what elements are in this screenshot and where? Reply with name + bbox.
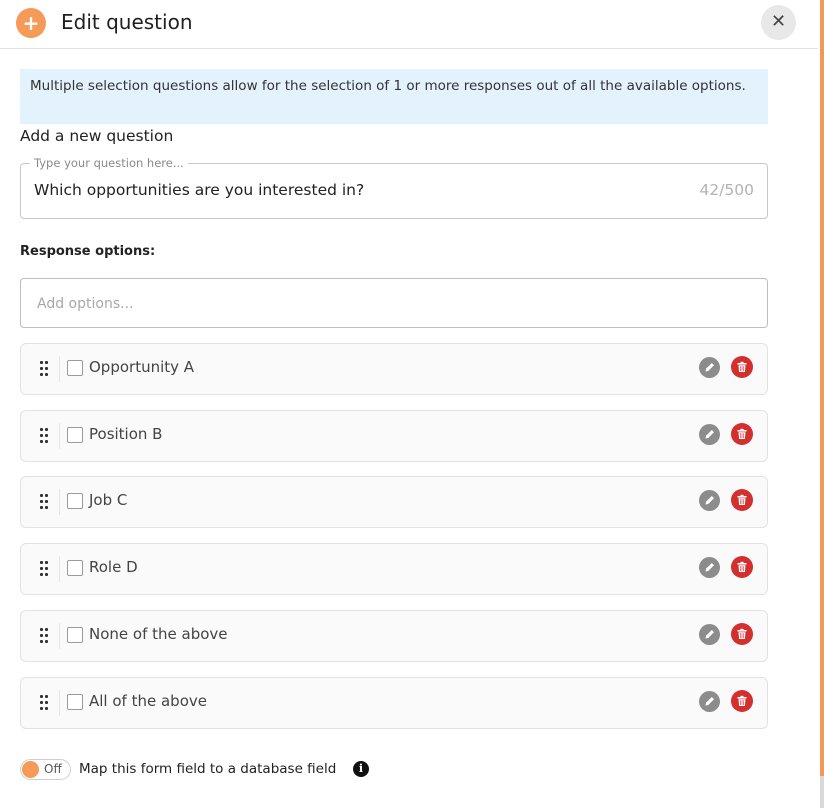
drag-handle-icon[interactable]	[39, 427, 49, 445]
drag-handle-icon[interactable]	[39, 360, 49, 378]
question-field-value[interactable]: Which opportunities are you interested i…	[34, 181, 364, 199]
delete-option-button[interactable]	[731, 489, 753, 511]
drag-handle-icon[interactable]	[39, 694, 49, 712]
toggle-knob	[22, 761, 39, 778]
scrollbar-thumb[interactable]	[820, 0, 824, 776]
option-checkbox[interactable]	[67, 493, 83, 509]
divider	[59, 556, 60, 582]
drag-handle-icon[interactable]	[39, 627, 49, 645]
edit-option-button[interactable]	[699, 357, 720, 378]
option-checkbox[interactable]	[67, 360, 83, 376]
edit-option-button[interactable]	[699, 557, 720, 578]
option-row: Role D	[20, 543, 768, 595]
option-label: Job C	[89, 491, 128, 509]
trash-icon	[737, 561, 747, 572]
database-mapping-toggle[interactable]: Off	[20, 759, 71, 780]
character-counter: 42/500	[699, 181, 754, 199]
pencil-icon	[705, 697, 714, 706]
divider	[59, 423, 60, 449]
option-checkbox[interactable]	[67, 627, 83, 643]
pencil-icon	[705, 630, 714, 639]
edit-option-button[interactable]	[699, 424, 720, 445]
divider	[59, 623, 60, 649]
option-row: None of the above	[20, 610, 768, 662]
add-question-heading: Add a new question	[20, 127, 174, 145]
option-row: Opportunity A	[20, 343, 768, 395]
option-checkbox[interactable]	[67, 427, 83, 443]
option-label: Opportunity A	[89, 358, 195, 376]
pencil-icon	[705, 363, 714, 372]
trash-icon	[737, 695, 747, 706]
option-label: Position B	[89, 425, 163, 443]
database-mapping-label: Map this form field to a database field	[79, 761, 337, 777]
option-row: Job C	[20, 476, 768, 528]
option-checkbox[interactable]	[67, 560, 83, 576]
edit-option-button[interactable]	[699, 624, 720, 645]
divider	[59, 356, 60, 382]
trash-icon	[737, 494, 747, 505]
option-checkbox[interactable]	[67, 694, 83, 710]
edit-question-panel: + Edit question ✕ Multiple selection que…	[0, 0, 818, 808]
delete-option-button[interactable]	[731, 423, 753, 445]
option-row: All of the above	[20, 677, 768, 729]
option-label: None of the above	[89, 625, 228, 643]
pencil-icon	[705, 496, 714, 505]
option-row: Position B	[20, 410, 768, 462]
plus-icon: +	[16, 8, 46, 38]
add-options-field[interactable]	[20, 278, 768, 328]
close-button[interactable]: ✕	[761, 5, 796, 40]
option-label: Role D	[89, 558, 138, 576]
drag-handle-icon[interactable]	[39, 560, 49, 578]
delete-option-button[interactable]	[731, 623, 753, 645]
option-label: All of the above	[89, 692, 207, 710]
panel-header: + Edit question ✕	[0, 0, 818, 49]
delete-option-button[interactable]	[731, 690, 753, 712]
toggle-state: Off	[44, 762, 62, 776]
trash-icon	[737, 361, 747, 372]
close-icon: ✕	[770, 11, 787, 32]
trash-icon	[737, 628, 747, 639]
drag-handle-icon[interactable]	[39, 493, 49, 511]
delete-option-button[interactable]	[731, 356, 753, 378]
scrollbar-track	[820, 776, 824, 808]
question-field-label: Type your question here...	[30, 156, 188, 170]
delete-option-button[interactable]	[731, 556, 753, 578]
divider	[59, 489, 60, 515]
pencil-icon	[705, 563, 714, 572]
divider	[59, 690, 60, 716]
question-field[interactable]: Type your question here... Which opportu…	[20, 156, 768, 219]
pencil-icon	[705, 430, 714, 439]
trash-icon	[737, 428, 747, 439]
response-options-label: Response options:	[20, 244, 156, 259]
edit-option-button[interactable]	[699, 490, 720, 511]
add-options-input[interactable]	[35, 291, 739, 317]
scrollbar[interactable]	[818, 0, 824, 808]
info-icon[interactable]: i	[353, 761, 369, 777]
info-banner: Multiple selection questions allow for t…	[20, 69, 768, 124]
edit-option-button[interactable]	[699, 691, 720, 712]
page-title: Edit question	[61, 10, 193, 34]
